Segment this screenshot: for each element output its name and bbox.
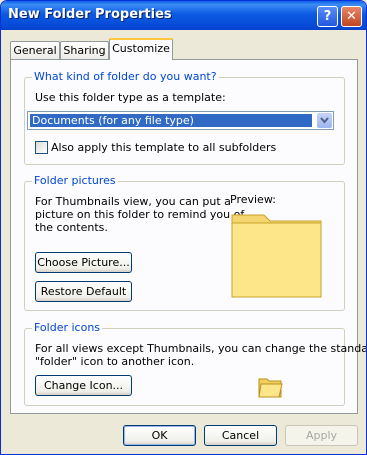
close-button[interactable]: ✕ [341, 6, 362, 27]
pictures-description-line-2: picture on this folder to remind you of [35, 208, 245, 221]
template-dropdown[interactable]: Documents (for any file type) [27, 111, 334, 130]
restore-default-button[interactable]: Restore Default [35, 281, 132, 302]
ok-button[interactable]: OK [123, 425, 196, 446]
help-button[interactable]: ? [317, 6, 338, 27]
window-title: New Folder Properties [8, 7, 172, 22]
properties-dialog: New Folder Properties ? ✕ General Sharin… [0, 0, 367, 455]
choose-picture-button[interactable]: Choose Picture... [35, 252, 132, 273]
folder-type-group-title: What kind of folder do you want? [32, 70, 219, 83]
folder-icon [257, 375, 283, 399]
folder-pictures-group-title: Folder pictures [32, 174, 118, 187]
tab-sharing[interactable]: Sharing [60, 41, 109, 59]
icons-description-line-2: "folder" icon to another icon. [35, 355, 195, 368]
folder-icons-group-title: Folder icons [32, 321, 103, 334]
icons-description-line-1: For all views except Thumbnails, you can… [35, 342, 367, 355]
preview-label: Preview: [230, 193, 276, 206]
apply-subfolders-label[interactable]: Also apply this template to all subfolde… [51, 141, 276, 154]
title-bar[interactable]: New Folder Properties ? ✕ [1, 1, 366, 30]
chevron-down-icon[interactable] [317, 113, 332, 128]
tab-general[interactable]: General [10, 41, 60, 59]
folder-preview-icon [230, 209, 323, 299]
cancel-button[interactable]: Cancel [204, 425, 277, 446]
change-icon-button[interactable]: Change Icon... [35, 375, 132, 396]
pictures-description-line-3: the contents. [35, 221, 108, 234]
template-label: Use this folder type as a template: [35, 91, 226, 104]
tab-customize[interactable]: Customize [109, 38, 173, 60]
template-dropdown-value: Documents (for any file type) [30, 114, 312, 127]
apply-button[interactable]: Apply [285, 425, 358, 446]
pictures-description-line-1: For Thumbnails view, you can put a [35, 195, 231, 208]
apply-subfolders-checkbox[interactable] [35, 141, 48, 154]
